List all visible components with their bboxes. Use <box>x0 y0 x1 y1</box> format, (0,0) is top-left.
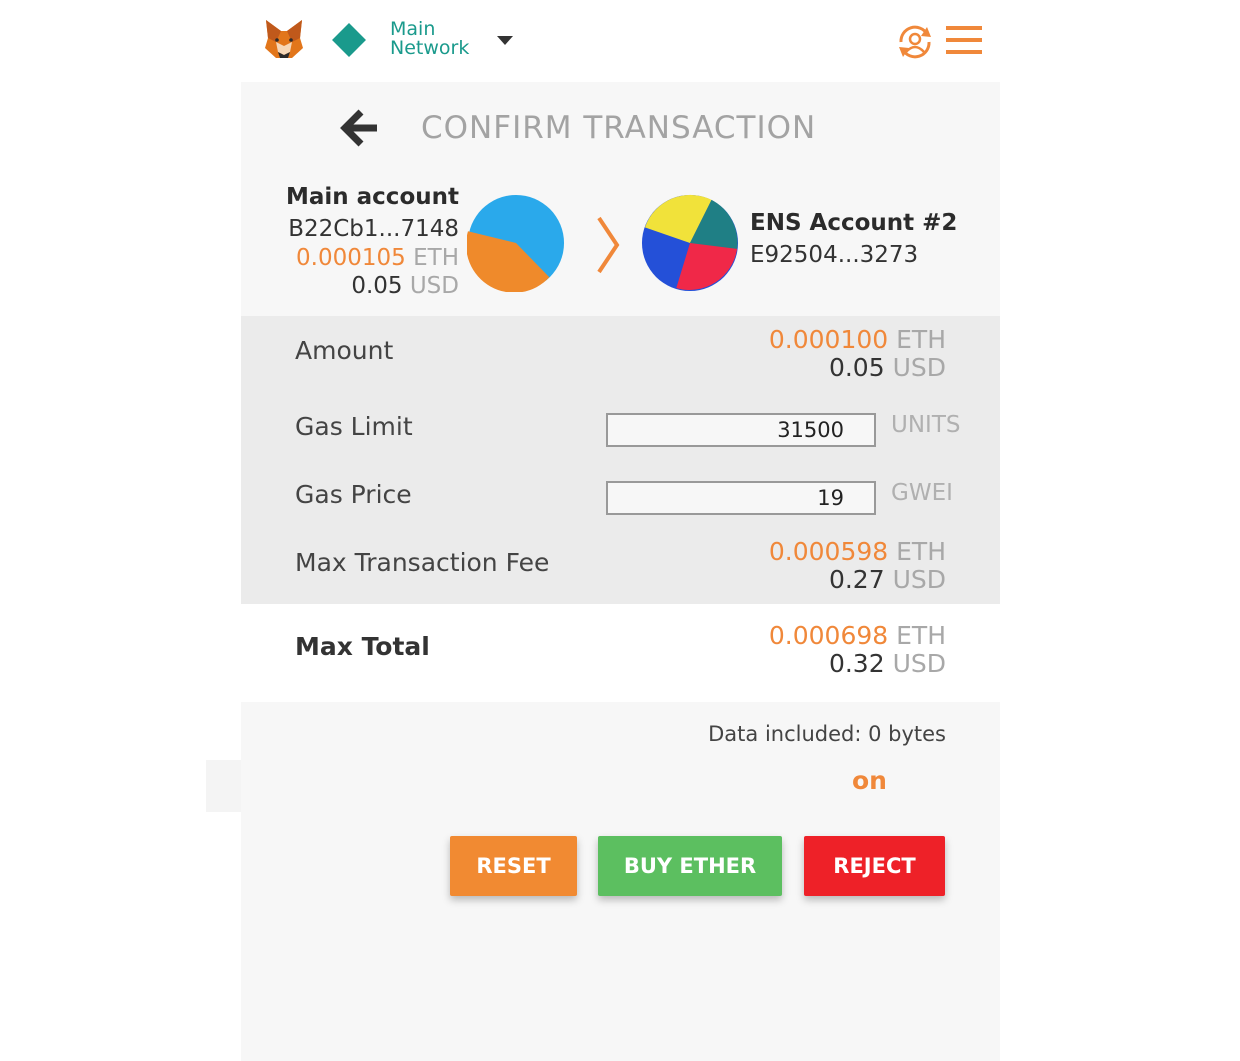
from-account-address: B22Cb1...7148 <box>288 216 459 242</box>
reject-button[interactable]: REJECT <box>804 836 945 896</box>
data-included-text: Data included: 0 bytes <box>708 722 946 746</box>
from-eth-value: 0.000105 <box>296 245 406 271</box>
caret-down-icon[interactable] <box>497 36 513 45</box>
from-usd-value: 0.05 <box>351 273 403 299</box>
max-total-eth-value: 0.000698 <box>768 621 889 650</box>
gas-limit-label: Gas Limit <box>295 412 413 441</box>
metamask-popup: Main Network CONFIRM TRANSACTION Main ac… <box>241 0 1000 1061</box>
buy-ether-button[interactable]: BUY ETHER <box>598 836 782 896</box>
to-account-address: E92504...3273 <box>750 242 919 268</box>
max-total-usd-value: 0.32 <box>828 649 885 678</box>
gas-price-label: Gas Price <box>295 480 412 509</box>
gas-price-unit: GWEI <box>891 480 953 506</box>
max-total-usd-unit: USD <box>892 649 946 678</box>
max-fee-label: Max Transaction Fee <box>295 548 550 577</box>
from-eth-unit: ETH <box>413 245 459 271</box>
background-strip <box>206 760 241 812</box>
max-fee-usd-unit: USD <box>892 565 946 594</box>
amount-eth-unit: ETH <box>896 325 946 354</box>
max-fee-eth-unit: ETH <box>896 537 946 566</box>
from-usd-unit: USD <box>409 273 459 299</box>
page-title: CONFIRM TRANSACTION <box>421 110 817 146</box>
gas-limit-unit: UNITS <box>891 412 961 438</box>
amount-value: 0.000100 ETH 0.05 USD <box>769 326 946 382</box>
from-account-name: Main account <box>285 184 459 210</box>
transaction-details: Amount 0.000100 ETH 0.05 USD Gas Limit U… <box>241 316 1000 604</box>
from-usd-balance: 0.05 USD <box>286 272 459 300</box>
to-account-identicon <box>641 194 739 292</box>
reset-button[interactable]: RESET <box>450 836 577 896</box>
to-account-info: ENS Account #2 E92504...3273 <box>750 206 957 270</box>
max-total-value: 0.000698 ETH 0.32 USD <box>769 622 946 678</box>
max-total-eth-unit: ETH <box>896 621 946 650</box>
back-arrow-icon[interactable] <box>337 106 381 150</box>
max-total-section: Max Total 0.000698 ETH 0.32 USD <box>241 604 1000 702</box>
account-switch-icon[interactable] <box>893 22 937 62</box>
max-fee-value: 0.000598 ETH 0.27 USD <box>769 538 946 594</box>
gas-limit-input[interactable] <box>606 413 876 447</box>
diamond-icon[interactable] <box>332 23 366 57</box>
gas-price-input[interactable] <box>606 481 876 515</box>
network-name[interactable]: Main Network <box>390 20 490 58</box>
to-account-name: ENS Account #2 <box>750 210 958 236</box>
max-total-label: Max Total <box>295 632 430 661</box>
arrow-right-icon <box>597 216 620 274</box>
amount-usd-value: 0.05 <box>828 353 885 382</box>
hamburger-menu-icon[interactable] <box>946 26 982 54</box>
from-account-info: Main account B22Cb1...7148 0.000105 ETH … <box>286 180 459 300</box>
amount-eth-value: 0.000100 <box>768 325 889 354</box>
max-fee-eth-value: 0.000598 <box>768 537 889 566</box>
amount-usd-unit: USD <box>892 353 946 382</box>
from-eth-balance: 0.000105 ETH <box>286 244 459 272</box>
metamask-fox-icon[interactable] <box>263 18 305 60</box>
amount-label: Amount <box>295 336 394 365</box>
top-bar: Main Network <box>241 0 1000 82</box>
max-fee-usd-value: 0.27 <box>828 565 885 594</box>
from-account-identicon <box>467 194 565 292</box>
partial-link-text[interactable]: on <box>852 766 887 795</box>
